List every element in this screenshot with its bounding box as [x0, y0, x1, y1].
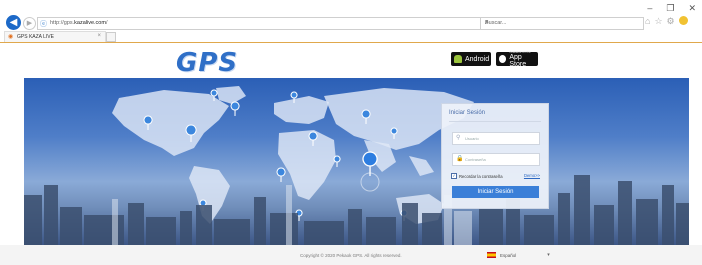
remember-checkbox[interactable]: ✓ [451, 173, 457, 179]
login-divider [449, 121, 541, 122]
appstore-download-button[interactable]: Available on the App Store [496, 50, 538, 68]
arrow-right-icon: ▶ [26, 20, 33, 27]
address-url[interactable]: http://gps.kazalive.com/ [50, 20, 107, 26]
username-input[interactable]: ⚲ Usuario [452, 132, 540, 145]
search-box[interactable]: Buscar... ⌕ [480, 17, 644, 30]
password-input[interactable]: 🔒 Contraseña [452, 153, 540, 166]
minimize-button[interactable]: – [647, 3, 652, 14]
browser-chrome: – ❐ ✕ ◀ ▶ ⓔ http://gps.kazalive.com/ ▾ ↻… [0, 0, 702, 44]
appstore-label: App Store [509, 53, 527, 68]
login-title: Iniciar Sesión [449, 110, 486, 116]
demo-link[interactable]: Demo>> [524, 173, 540, 178]
chevron-down-icon: ▾ [547, 252, 550, 258]
new-tab-button[interactable] [106, 32, 116, 42]
lock-icon: 🔒 [456, 156, 464, 162]
copyright-text: Copyright © 2020 Pekaok GPS. All rights … [300, 253, 402, 258]
browser-tab[interactable]: ◉ GPS KAZA LIVE × [4, 31, 106, 42]
feedback-smiley-icon[interactable] [678, 16, 688, 25]
city-skyline-graphic [24, 175, 689, 245]
close-button[interactable]: ✕ [688, 3, 696, 14]
hero-banner [24, 78, 689, 245]
password-placeholder: Contraseña [465, 157, 486, 162]
user-icon: ⚲ [456, 135, 461, 141]
search-icon[interactable]: ⌕ [485, 19, 640, 27]
forward-button[interactable]: ▶ [23, 17, 36, 30]
tab-favicon-icon: ◉ [8, 34, 14, 40]
chrome-divider [0, 42, 702, 43]
tab-close-icon[interactable]: × [97, 33, 101, 39]
url-domain: kazalive.com [74, 20, 106, 26]
language-selector[interactable]: Español ▾ [487, 252, 550, 258]
login-submit-button[interactable]: Iniciar Sesión [452, 186, 539, 198]
apple-icon [499, 55, 507, 63]
appstore-label-wrap: Available on the App Store [509, 50, 538, 68]
site-header: GPS Android Available on the App Store [0, 44, 702, 78]
site-logo[interactable]: GPS [176, 48, 238, 78]
back-button[interactable]: ◀ [6, 15, 21, 30]
arrow-left-icon: ◀ [9, 17, 18, 28]
home-icon[interactable]: ⌂ [645, 16, 650, 27]
remember-password[interactable]: ✓ Recordar la contraseña [451, 173, 503, 179]
login-panel: Iniciar Sesión ⚲ Usuario 🔒 Contraseña ✓ … [441, 103, 549, 209]
android-label: Android [465, 55, 490, 63]
spain-flag-icon [487, 252, 496, 258]
remember-label: Recordar la contraseña [459, 173, 503, 179]
maximize-button[interactable]: ❐ [666, 3, 674, 14]
page-icon: ⓔ [40, 21, 47, 28]
url-prefix: http://gps. [50, 20, 75, 26]
window-controls: – ❐ ✕ [647, 3, 696, 14]
toolbar-icons: ⌂ ☆ ⚙ [645, 16, 688, 27]
settings-gear-icon[interactable]: ⚙ [667, 16, 675, 27]
favorites-star-icon[interactable]: ☆ [654, 16, 662, 27]
address-bar[interactable]: ⓔ http://gps.kazalive.com/ ▾ ↻ [37, 17, 502, 30]
site-footer: Copyright © 2020 Pekaok GPS. All rights … [0, 245, 702, 265]
android-icon [454, 55, 462, 63]
android-download-button[interactable]: Android [451, 52, 491, 66]
url-suffix: / [105, 20, 108, 26]
language-label: Español [500, 252, 517, 258]
tab-title: GPS KAZA LIVE [17, 34, 54, 40]
username-placeholder: Usuario [465, 136, 479, 141]
